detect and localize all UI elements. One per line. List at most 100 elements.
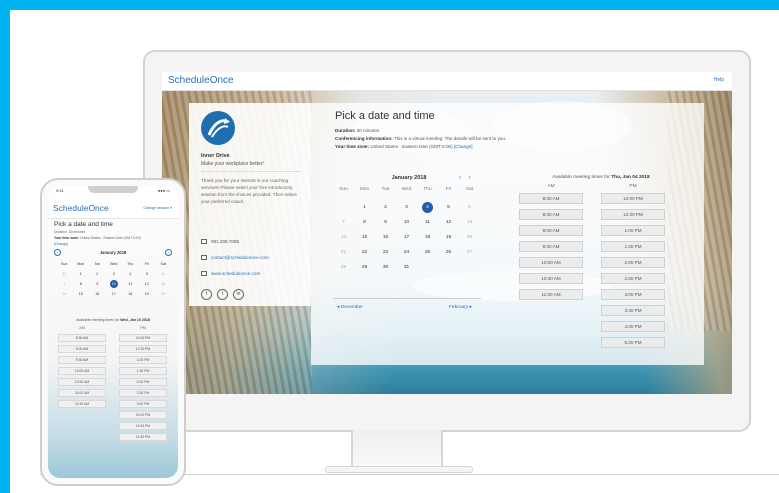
time-slot-button[interactable]: 2:30 PM (601, 273, 665, 284)
time-slot-button[interactable]: 10:00 AM (519, 257, 583, 268)
calendar-day[interactable]: 14 (333, 230, 354, 245)
calendar-day[interactable]: 31 (56, 269, 73, 279)
time-slot-button[interactable]: 10:30 AM (58, 378, 106, 386)
time-slot-button[interactable]: 11:00 AM (58, 389, 106, 397)
calendar-day[interactable]: 20 (459, 230, 480, 245)
time-slot-button[interactable]: 12:00 PM (119, 334, 167, 342)
time-slot-button[interactable]: 10:30 AM (519, 273, 583, 284)
time-slot-button[interactable]: 1:30 PM (119, 367, 167, 375)
time-slot-button[interactable]: 9:30 AM (58, 356, 106, 364)
time-slot-button[interactable]: 8:30 AM (519, 209, 583, 220)
time-slot-button[interactable]: 2:00 PM (601, 257, 665, 268)
calendar-day[interactable]: 19 (438, 230, 459, 245)
calendar-day[interactable]: 25 (417, 245, 438, 260)
time-slot-button[interactable]: 9:00 AM (519, 225, 583, 236)
calendar-day[interactable]: 2 (89, 269, 106, 279)
calendar-day[interactable]: 18 (122, 289, 139, 299)
calendar-day[interactable]: 13 (155, 279, 172, 289)
calendar-day[interactable]: 20 (155, 289, 172, 299)
calendar-day[interactable]: 3 (106, 269, 123, 279)
time-slot-button[interactable]: 4:30 PM (601, 321, 665, 332)
time-slot-button[interactable]: 10:00 AM (58, 367, 106, 375)
calendar-day[interactable]: 8 (73, 279, 90, 289)
timezone-change-link[interactable]: [Change] (54, 242, 68, 246)
time-slot-button[interactable]: 12:30 PM (601, 209, 665, 220)
calendar-day[interactable]: 10 (396, 215, 417, 230)
time-slot-button[interactable]: 8:30 AM (58, 334, 106, 342)
next-month-icon[interactable]: › (165, 249, 172, 256)
calendar-day[interactable]: 9 (375, 215, 396, 230)
time-slot-button[interactable]: 8:30 AM (519, 193, 583, 204)
next-month-link[interactable]: February ▸ (449, 305, 472, 310)
time-slot-button[interactable]: 11:00 PM (119, 422, 167, 430)
calendar-day[interactable]: 22 (354, 245, 375, 260)
time-slot-button[interactable]: 11:30 PM (119, 433, 167, 441)
time-slot-button[interactable]: 3:00 PM (601, 289, 665, 300)
time-slot-button[interactable]: 12:00 PM (601, 193, 665, 204)
facebook-icon[interactable]: f (201, 289, 212, 300)
calendar-day[interactable]: 3 (396, 200, 417, 215)
linkedin-icon[interactable]: in (233, 289, 244, 300)
calendar-day[interactable]: 15 (354, 230, 375, 245)
app-logo[interactable]: ScheduleOnce (53, 203, 109, 213)
time-slot-button[interactable]: 1:00 PM (601, 225, 665, 236)
calendar-day[interactable]: 15 (73, 289, 90, 299)
calendar-day[interactable]: 12 (438, 215, 459, 230)
calendar-day[interactable]: 8 (354, 215, 375, 230)
calendar-day[interactable]: 19 (139, 289, 156, 299)
selected-day[interactable]: 10 (109, 280, 118, 288)
calendar-day[interactable]: 16 (375, 230, 396, 245)
calendar-day[interactable]: 21 (333, 245, 354, 260)
calendar-day[interactable]: 10 (106, 279, 123, 289)
time-slot-button[interactable]: 1:30 PM (601, 241, 665, 252)
calendar-day[interactable]: 11 (122, 279, 139, 289)
time-slot-button[interactable]: 11:30 AM (58, 400, 106, 408)
time-slot-button[interactable]: 9:00 AM (58, 345, 106, 353)
calendar-day[interactable]: 5 (139, 269, 156, 279)
calendar-day[interactable]: 4 (122, 269, 139, 279)
time-slot-button[interactable]: 1:00 PM (119, 356, 167, 364)
calendar-day[interactable]: 7 (333, 215, 354, 230)
time-slot-button[interactable]: 3:30 PM (601, 305, 665, 316)
calendar-day[interactable]: 1 (73, 269, 90, 279)
selected-day[interactable]: 4 (422, 202, 433, 213)
change-session-dropdown[interactable]: Change session ▾ (143, 206, 172, 210)
calendar-day[interactable]: 6 (459, 200, 480, 215)
calendar-day[interactable]: 12 (139, 279, 156, 289)
help-link[interactable]: Help (714, 77, 724, 83)
calendar-day[interactable]: 30 (375, 260, 396, 275)
calendar-day[interactable]: 17 (106, 289, 123, 299)
time-slot-button[interactable]: 10:00 PM (119, 411, 167, 419)
calendar-day[interactable]: 1 (354, 200, 375, 215)
timezone-change-link[interactable]: [Change] (454, 144, 473, 149)
app-logo[interactable]: ScheduleOnce (168, 75, 234, 86)
calendar-day[interactable]: 4 (417, 200, 438, 215)
twitter-icon[interactable]: t (217, 289, 228, 300)
calendar-day[interactable]: 13 (459, 215, 480, 230)
time-slot-button[interactable]: 2:30 PM (119, 389, 167, 397)
calendar-day[interactable]: 2 (375, 200, 396, 215)
calendar-day[interactable]: 27 (459, 245, 480, 260)
calendar-day[interactable]: 5 (438, 200, 459, 215)
month-nav-arrows[interactable]: ‹ › (459, 175, 474, 181)
calendar-day[interactable]: 28 (333, 260, 354, 275)
website-row[interactable]: www.scheduleonce.com (201, 271, 260, 276)
prev-month-link[interactable]: ◂ December (337, 305, 363, 310)
calendar-day[interactable]: 31 (396, 260, 417, 275)
time-slot-button[interactable]: 12:30 PM (119, 345, 167, 353)
website-link[interactable]: www.scheduleonce.com (211, 271, 260, 276)
calendar-day[interactable]: 11 (417, 215, 438, 230)
calendar-day[interactable]: 18 (417, 230, 438, 245)
calendar-day[interactable]: 6 (155, 269, 172, 279)
email-link[interactable]: contact@scheduleonce.com (211, 255, 269, 260)
calendar-day[interactable]: 14 (56, 289, 73, 299)
calendar-day[interactable]: 24 (396, 245, 417, 260)
time-slot-button[interactable]: 9:30 AM (519, 241, 583, 252)
calendar-day[interactable]: 23 (375, 245, 396, 260)
time-slot-button[interactable]: 2:00 PM (119, 378, 167, 386)
calendar-day[interactable]: 7 (56, 279, 73, 289)
calendar-day[interactable]: 17 (396, 230, 417, 245)
calendar-day[interactable]: 26 (438, 245, 459, 260)
time-slot-button[interactable]: 5:30 PM (601, 337, 665, 348)
time-slot-button[interactable]: 11:00 AM (519, 289, 583, 300)
